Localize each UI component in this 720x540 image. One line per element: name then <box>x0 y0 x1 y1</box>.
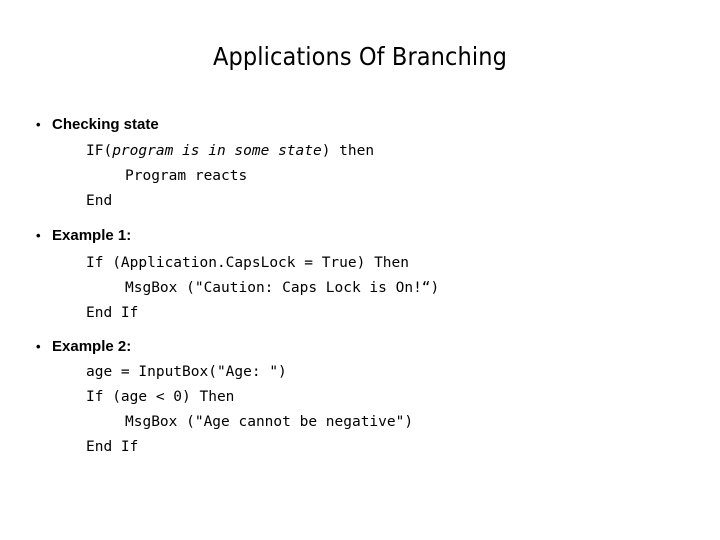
code-text: End <box>86 193 113 209</box>
code-line: End If <box>36 301 696 326</box>
bullet-section-checking: • Checking state IF(program is in some sta… <box>36 114 696 214</box>
bullet-point-icon: • <box>36 117 41 132</box>
code-line: If (age < 0) Then <box>36 385 696 410</box>
code-line: IF(program is in some state) then <box>36 139 696 164</box>
bullet-section-example2: • Example 2: age = InputBox("Age: ") If (ag… <box>36 336 696 460</box>
code-text: MsgBox ("Age cannot be negative") <box>125 414 414 430</box>
code-block-example2: age = InputBox("Age: ") If (age < 0) Then… <box>36 360 696 460</box>
bullet-item-example1: • Example 1: <box>36 225 696 247</box>
code-text: End If <box>86 439 139 455</box>
code-line: End If <box>36 435 696 460</box>
code-line: If (Application.CapsLock = True) Then <box>36 251 696 276</box>
code-line: Program reacts <box>36 164 696 189</box>
bullet-item-checking: • Checking state <box>36 114 696 136</box>
bullet-section-example1: • Example 1: If (Application.CapsLock = Tr… <box>36 225 696 326</box>
code-line: MsgBox ("Caution: Caps Lock is On!“) <box>36 276 696 301</box>
code-block-example1: If (Application.CapsLock = True) Then Msg… <box>36 251 696 326</box>
code-text: MsgBox ("Caution: Caps Lock is On!“) <box>125 280 440 296</box>
bullet-point-icon: • <box>36 228 41 243</box>
code-placeholder-text: program is in some state <box>112 143 322 159</box>
bullet-label-example2: Example 2: <box>52 338 132 355</box>
code-text: Program reacts <box>125 168 248 184</box>
page-title: Applications Of Branching <box>213 42 507 71</box>
code-text: IF( <box>86 143 113 159</box>
slide-canvas: Applications Of Branching • Checking stat… <box>0 0 720 540</box>
code-text: If (age < 0) Then <box>86 389 235 405</box>
bullet-item-example2: • Example 2: <box>36 336 696 358</box>
code-text: ) then <box>321 143 375 159</box>
code-line: MsgBox ("Age cannot be negative") <box>36 410 696 435</box>
bullet-label-checking: Checking state <box>52 116 159 133</box>
code-text: age = InputBox("Age: ") <box>86 364 287 380</box>
code-block-checking: IF(program is in some state) then Program… <box>36 139 696 214</box>
code-line: age = InputBox("Age: ") <box>36 360 696 385</box>
bullet-point-icon: • <box>36 339 41 354</box>
slide-body: • Checking state IF(program is in some sta… <box>36 114 696 460</box>
code-line: End <box>36 189 696 214</box>
code-text: End If <box>86 305 139 321</box>
code-text: If (Application.CapsLock = True) Then <box>86 255 410 271</box>
bullet-label-example1: Example 1: <box>52 227 132 244</box>
